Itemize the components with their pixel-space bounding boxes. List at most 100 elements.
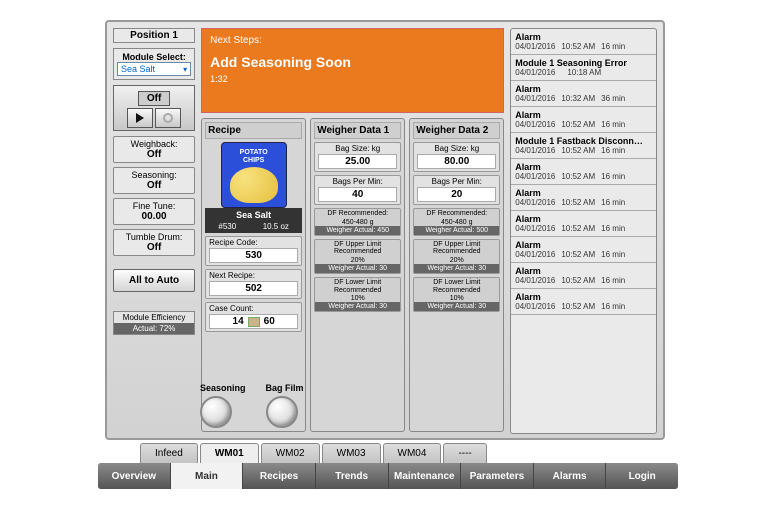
bag-size-box: Bag Size: kg25.00: [314, 142, 401, 172]
nav-tab-trends[interactable]: Trends: [316, 463, 389, 489]
bpm-box: Bags Per Min:40: [314, 175, 401, 205]
bag-text-2: CHIPS: [222, 157, 286, 164]
alarm-list[interactable]: Alarm04/01/201610:52 AM16 minModule 1 Se…: [510, 28, 657, 434]
nav-tab-main[interactable]: Main: [171, 463, 244, 489]
alarm-duration: 36 min: [601, 94, 625, 103]
alarm-time: 10:52 AM: [561, 198, 595, 207]
alarm-row[interactable]: Alarm04/01/201610:52 AM16 min: [511, 211, 656, 237]
alarm-date: 04/01/2016: [515, 198, 555, 207]
indicator-light: [200, 396, 232, 428]
status-value: Off: [116, 180, 192, 191]
recipe-code-box: Recipe Code: 530: [205, 236, 302, 266]
chips-icon: [230, 167, 278, 203]
alarm-row[interactable]: Module 1 Seasoning Error04/01/201610:18 …: [511, 55, 656, 81]
recipe-code-label: Recipe Code:: [206, 237, 301, 248]
alarm-row[interactable]: Module 1 Fastback Disconn…04/01/201610:5…: [511, 133, 656, 159]
alarm-date: 04/01/2016: [515, 146, 555, 155]
alarm-duration: 16 min: [601, 120, 625, 129]
next-steps-time: 1:32: [210, 74, 495, 84]
df-lower-box: DF Lower Limit Recommended10%Weigher Act…: [413, 277, 500, 312]
alarm-row[interactable]: Alarm04/01/201610:52 AM16 min: [511, 29, 656, 55]
off-button[interactable]: Off: [138, 91, 170, 106]
alarm-title: Alarm: [515, 162, 652, 172]
nav-tab-parameters[interactable]: Parameters: [461, 463, 534, 489]
all-to-auto-button[interactable]: All to Auto: [113, 269, 195, 292]
efficiency-label: Module Efficiency: [114, 312, 194, 323]
weigher-panel-2: Weigher Data 2Bag Size: kg80.00Bags Per …: [409, 118, 504, 432]
module-select: Module Select: Sea Salt ▾: [113, 48, 195, 80]
indicator-label: Seasoning: [200, 383, 246, 393]
module-tab[interactable]: WM03: [322, 443, 381, 463]
alarm-duration: 16 min: [601, 146, 625, 155]
bag-size-value: 25.00: [318, 154, 397, 169]
stop-button[interactable]: [155, 108, 181, 128]
nav-tab-login[interactable]: Login: [606, 463, 678, 489]
df-upper-actual: Weigher Actual: 30: [414, 264, 499, 273]
alarm-title: Alarm: [515, 266, 652, 276]
df-rec-box: DF Recommended:450-480 gWeigher Actual: …: [314, 208, 401, 236]
df-lower-actual: Weigher Actual: 30: [315, 302, 400, 311]
module-tab[interactable]: WM04: [383, 443, 442, 463]
alarm-row[interactable]: Alarm04/01/201610:52 AM16 min: [511, 237, 656, 263]
nav-tab-overview[interactable]: Overview: [98, 463, 171, 489]
alarm-row[interactable]: Alarm04/01/201610:52 AM16 min: [511, 185, 656, 211]
alarm-row[interactable]: Alarm04/01/201610:52 AM16 min: [511, 159, 656, 185]
module-tab[interactable]: WM01: [200, 443, 259, 463]
next-recipe-value: 502: [209, 281, 298, 296]
bag-size-value: 80.00: [417, 154, 496, 169]
alarm-duration: 16 min: [601, 250, 625, 259]
next-steps-label: Next Steps:: [210, 35, 495, 46]
status-label: Seasoning:: [116, 170, 192, 180]
alarm-title: Alarm: [515, 214, 652, 224]
alarm-title: Alarm: [515, 32, 652, 42]
status-label: Fine Tune:: [116, 201, 192, 211]
df-upper-actual: Weigher Actual: 30: [315, 264, 400, 273]
alarm-title: Alarm: [515, 188, 652, 198]
status-value: Off: [116, 242, 192, 253]
play-button[interactable]: [127, 108, 153, 128]
alarm-row[interactable]: Alarm04/01/201610:32 AM36 min: [511, 81, 656, 107]
hmi-screen: Position 1 Module Select: Sea Salt ▾ Off…: [0, 0, 776, 509]
nav-tab-recipes[interactable]: Recipes: [243, 463, 316, 489]
module-tab[interactable]: WM02: [261, 443, 320, 463]
efficiency-value: Actual: 72%: [114, 323, 194, 334]
weigher-title: Weigher Data 1: [314, 122, 401, 139]
play-icon: [136, 113, 144, 123]
alarm-time: 10:52 AM: [561, 302, 595, 311]
alarm-row[interactable]: Alarm04/01/201610:52 AM16 min: [511, 289, 656, 315]
run-control: Off: [113, 85, 195, 131]
status-card[interactable]: Seasoning:Off: [113, 167, 195, 194]
alarm-time: 10:52 AM: [561, 224, 595, 233]
alarm-date: 04/01/2016: [515, 224, 555, 233]
bpm-box: Bags Per Min:20: [413, 175, 500, 205]
alarm-date: 04/01/2016: [515, 250, 555, 259]
efficiency-box: Module Efficiency Actual: 72%: [113, 311, 195, 335]
df-upper-box: DF Upper Limit Recommended20%Weigher Act…: [413, 239, 500, 274]
alarm-time: 10:52 AM: [561, 146, 595, 155]
alarm-title: Alarm: [515, 84, 652, 94]
module-tab[interactable]: ----: [443, 443, 486, 463]
status-card[interactable]: Weighback:Off: [113, 136, 195, 163]
module-select-dropdown[interactable]: Sea Salt ▾: [117, 62, 191, 76]
df-lower-actual: Weigher Actual: 30: [414, 302, 499, 311]
alarm-date: 04/01/2016: [515, 120, 555, 129]
alarm-title: Alarm: [515, 292, 652, 302]
recipe-code-value: 530: [209, 248, 298, 263]
module-tab[interactable]: Infeed: [140, 443, 198, 463]
alarm-time: 10:52 AM: [561, 120, 595, 129]
alarm-time: 10:52 AM: [561, 42, 595, 51]
alarm-row[interactable]: Alarm04/01/201610:52 AM16 min: [511, 107, 656, 133]
status-card[interactable]: Fine Tune:00.00: [113, 198, 195, 225]
box-icon: [248, 317, 260, 327]
module-tabs: InfeedWM01WM02WM03WM04----: [140, 443, 489, 463]
product-image: POTATO CHIPS: [221, 142, 287, 208]
nav-tab-maintenance[interactable]: Maintenance: [389, 463, 462, 489]
nav-tab-alarms[interactable]: Alarms: [534, 463, 607, 489]
alarm-row[interactable]: Alarm04/01/201610:52 AM16 min: [511, 263, 656, 289]
alarm-date: 04/01/2016: [515, 42, 555, 51]
status-card[interactable]: Tumble Drum:Off: [113, 229, 195, 256]
case-count-label: Case Count:: [206, 303, 301, 314]
stop-icon: [163, 113, 173, 123]
alarm-duration: 16 min: [601, 302, 625, 311]
position-title: Position 1: [113, 28, 195, 43]
